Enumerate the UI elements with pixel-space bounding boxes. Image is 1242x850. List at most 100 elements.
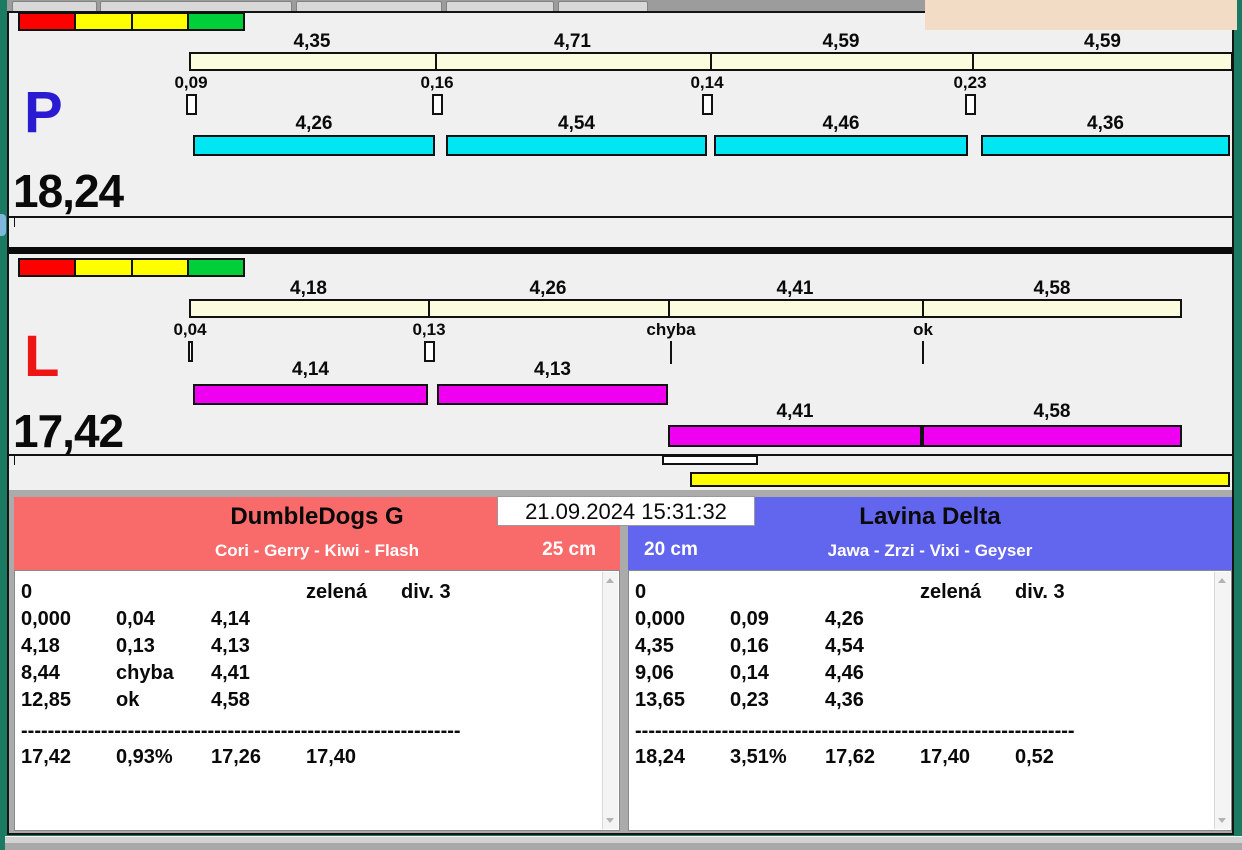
background-window-fragment — [296, 1, 442, 11]
table-cell: div. 3 — [1015, 581, 1065, 603]
bar-divider — [710, 52, 712, 71]
scroll-up-icon[interactable] — [1218, 578, 1226, 583]
table-cell: 12,85 — [21, 689, 72, 711]
exchange-marker-line — [922, 341, 924, 364]
dog-time-label: 4,54 — [558, 113, 595, 134]
table-cell: 4,54 — [825, 635, 864, 657]
exchange-time-label: 0,09 — [174, 73, 208, 92]
table-cell — [920, 660, 1015, 687]
exchange-marker-box — [188, 341, 193, 362]
table-row: 0,000 0,04 4,14 — [21, 606, 619, 633]
table-cell — [1015, 606, 1231, 633]
table-cell — [401, 606, 619, 633]
background-taskbar — [7, 0, 925, 11]
table-cell: 0,000 — [635, 608, 686, 630]
dog-time-label: 4,58 — [1033, 401, 1071, 422]
background-window-fragment — [558, 1, 648, 11]
table-cell — [401, 660, 619, 687]
scroll-down-icon[interactable] — [1218, 818, 1226, 823]
background-window-fragment — [446, 1, 554, 11]
exchange-time-label: 0,14 — [690, 73, 724, 92]
exchange-marker-box — [965, 94, 976, 115]
table-cell — [306, 660, 401, 687]
results-table: 0 zelená div. 3 0,000 0,04 4,14 4,18 0,13 4,13 8,… — [14, 570, 620, 831]
team-dogs: Cori - Gerry - Kiwi - Flash — [214, 541, 420, 560]
scrollbar[interactable] — [602, 572, 618, 829]
exchange-marker-box — [424, 341, 435, 362]
lane-divider — [9, 247, 1232, 254]
totals-cell: 0,52 — [1015, 746, 1054, 768]
timestamp: 21.09.2024 15:31:32 — [497, 496, 755, 526]
table-row: 8,44 chyba 4,41 — [21, 660, 619, 687]
background-icon-fragment — [0, 214, 6, 236]
start-light-cell — [18, 12, 77, 31]
split-scale-bar — [189, 299, 1182, 318]
table-cell: chyba — [116, 662, 174, 684]
table-cell: 0,000 — [21, 608, 72, 630]
dog-time-bar — [437, 384, 668, 405]
table-cell: 4,18 — [21, 635, 60, 657]
start-lights — [18, 12, 245, 31]
table-cell: 0,09 — [730, 608, 769, 630]
split-time-label: 4,58 — [1033, 278, 1071, 299]
tick-mark — [14, 456, 15, 465]
table-cell: 0,14 — [730, 662, 769, 684]
table-cell: ok — [116, 689, 140, 711]
table-cell: 0,04 — [116, 608, 155, 630]
bar-divider — [435, 52, 437, 71]
table-cell: 4,26 — [825, 608, 864, 630]
dog-time-label: 4,13 — [534, 359, 571, 380]
table-row: 13,65 0,23 4,36 — [635, 687, 1231, 714]
background-window-fragment — [12, 1, 97, 11]
table-cell: 0,23 — [730, 689, 769, 711]
dog-time-bar — [922, 425, 1182, 447]
table-cell — [401, 633, 619, 660]
lane-letter: P — [24, 80, 63, 145]
scroll-down-icon[interactable] — [606, 818, 614, 823]
background-window — [925, 0, 1237, 30]
table-cell — [1015, 633, 1231, 660]
separator-dashes: ----------------------------------------… — [635, 720, 1075, 742]
dog-time-label: 4,36 — [1087, 113, 1124, 134]
split-time-label: 4,71 — [554, 31, 591, 52]
dog-time-label: 4,26 — [295, 113, 333, 134]
desktop: 4,35 4,71 4,59 4,59 0,09 0,16 0,14 0,23 4,26 4,54… — [0, 0, 1242, 850]
start-lights — [18, 258, 245, 277]
start-light-cell — [130, 258, 189, 277]
background-taskbar-bottom — [5, 843, 1242, 850]
window-bottom-edge — [5, 836, 1242, 843]
exchange-marker-box — [186, 94, 197, 115]
split-time-label: 4,59 — [1084, 31, 1121, 52]
aux-bar-white — [662, 455, 758, 465]
table-cell: 13,65 — [635, 689, 686, 711]
scroll-up-icon[interactable] — [606, 578, 614, 583]
totals-cell: 17,40 — [920, 746, 971, 768]
lane-total: 18,24 — [13, 165, 124, 217]
table-cell: 0 — [21, 581, 33, 603]
split-time-label: 4,26 — [529, 278, 567, 299]
exchange-time-label: 0,04 — [173, 320, 207, 339]
jump-height-badge: 25 cm — [542, 539, 596, 560]
split-time-label: 4,59 — [822, 31, 860, 52]
start-light-cell — [74, 12, 133, 31]
table-cell — [920, 606, 1015, 633]
scrollbar[interactable] — [1214, 572, 1230, 829]
split-time-label: 4,18 — [290, 278, 327, 299]
split-scale-bar — [189, 52, 1233, 71]
table-cell — [306, 687, 401, 714]
table-cell: 4,36 — [825, 689, 864, 711]
table-cell: zelená — [920, 581, 982, 603]
background-window-fragment — [100, 1, 292, 11]
bar-divider — [668, 299, 670, 318]
results-frame: DumbleDogs G Cori - Gerry - Kiwi - Flash 2… — [9, 490, 1232, 833]
dog-time-bar — [714, 135, 968, 156]
table-cell: 9,06 — [635, 662, 674, 684]
bar-divider — [922, 299, 924, 318]
lane-letter: L — [24, 324, 60, 389]
totals-cell: 0,93% — [116, 746, 173, 768]
table-cell: div. 3 — [401, 581, 451, 603]
table-cell — [1015, 687, 1231, 714]
table-cell — [920, 687, 1015, 714]
table-row: 4,18 0,13 4,13 — [21, 633, 619, 660]
table-cell — [306, 633, 401, 660]
